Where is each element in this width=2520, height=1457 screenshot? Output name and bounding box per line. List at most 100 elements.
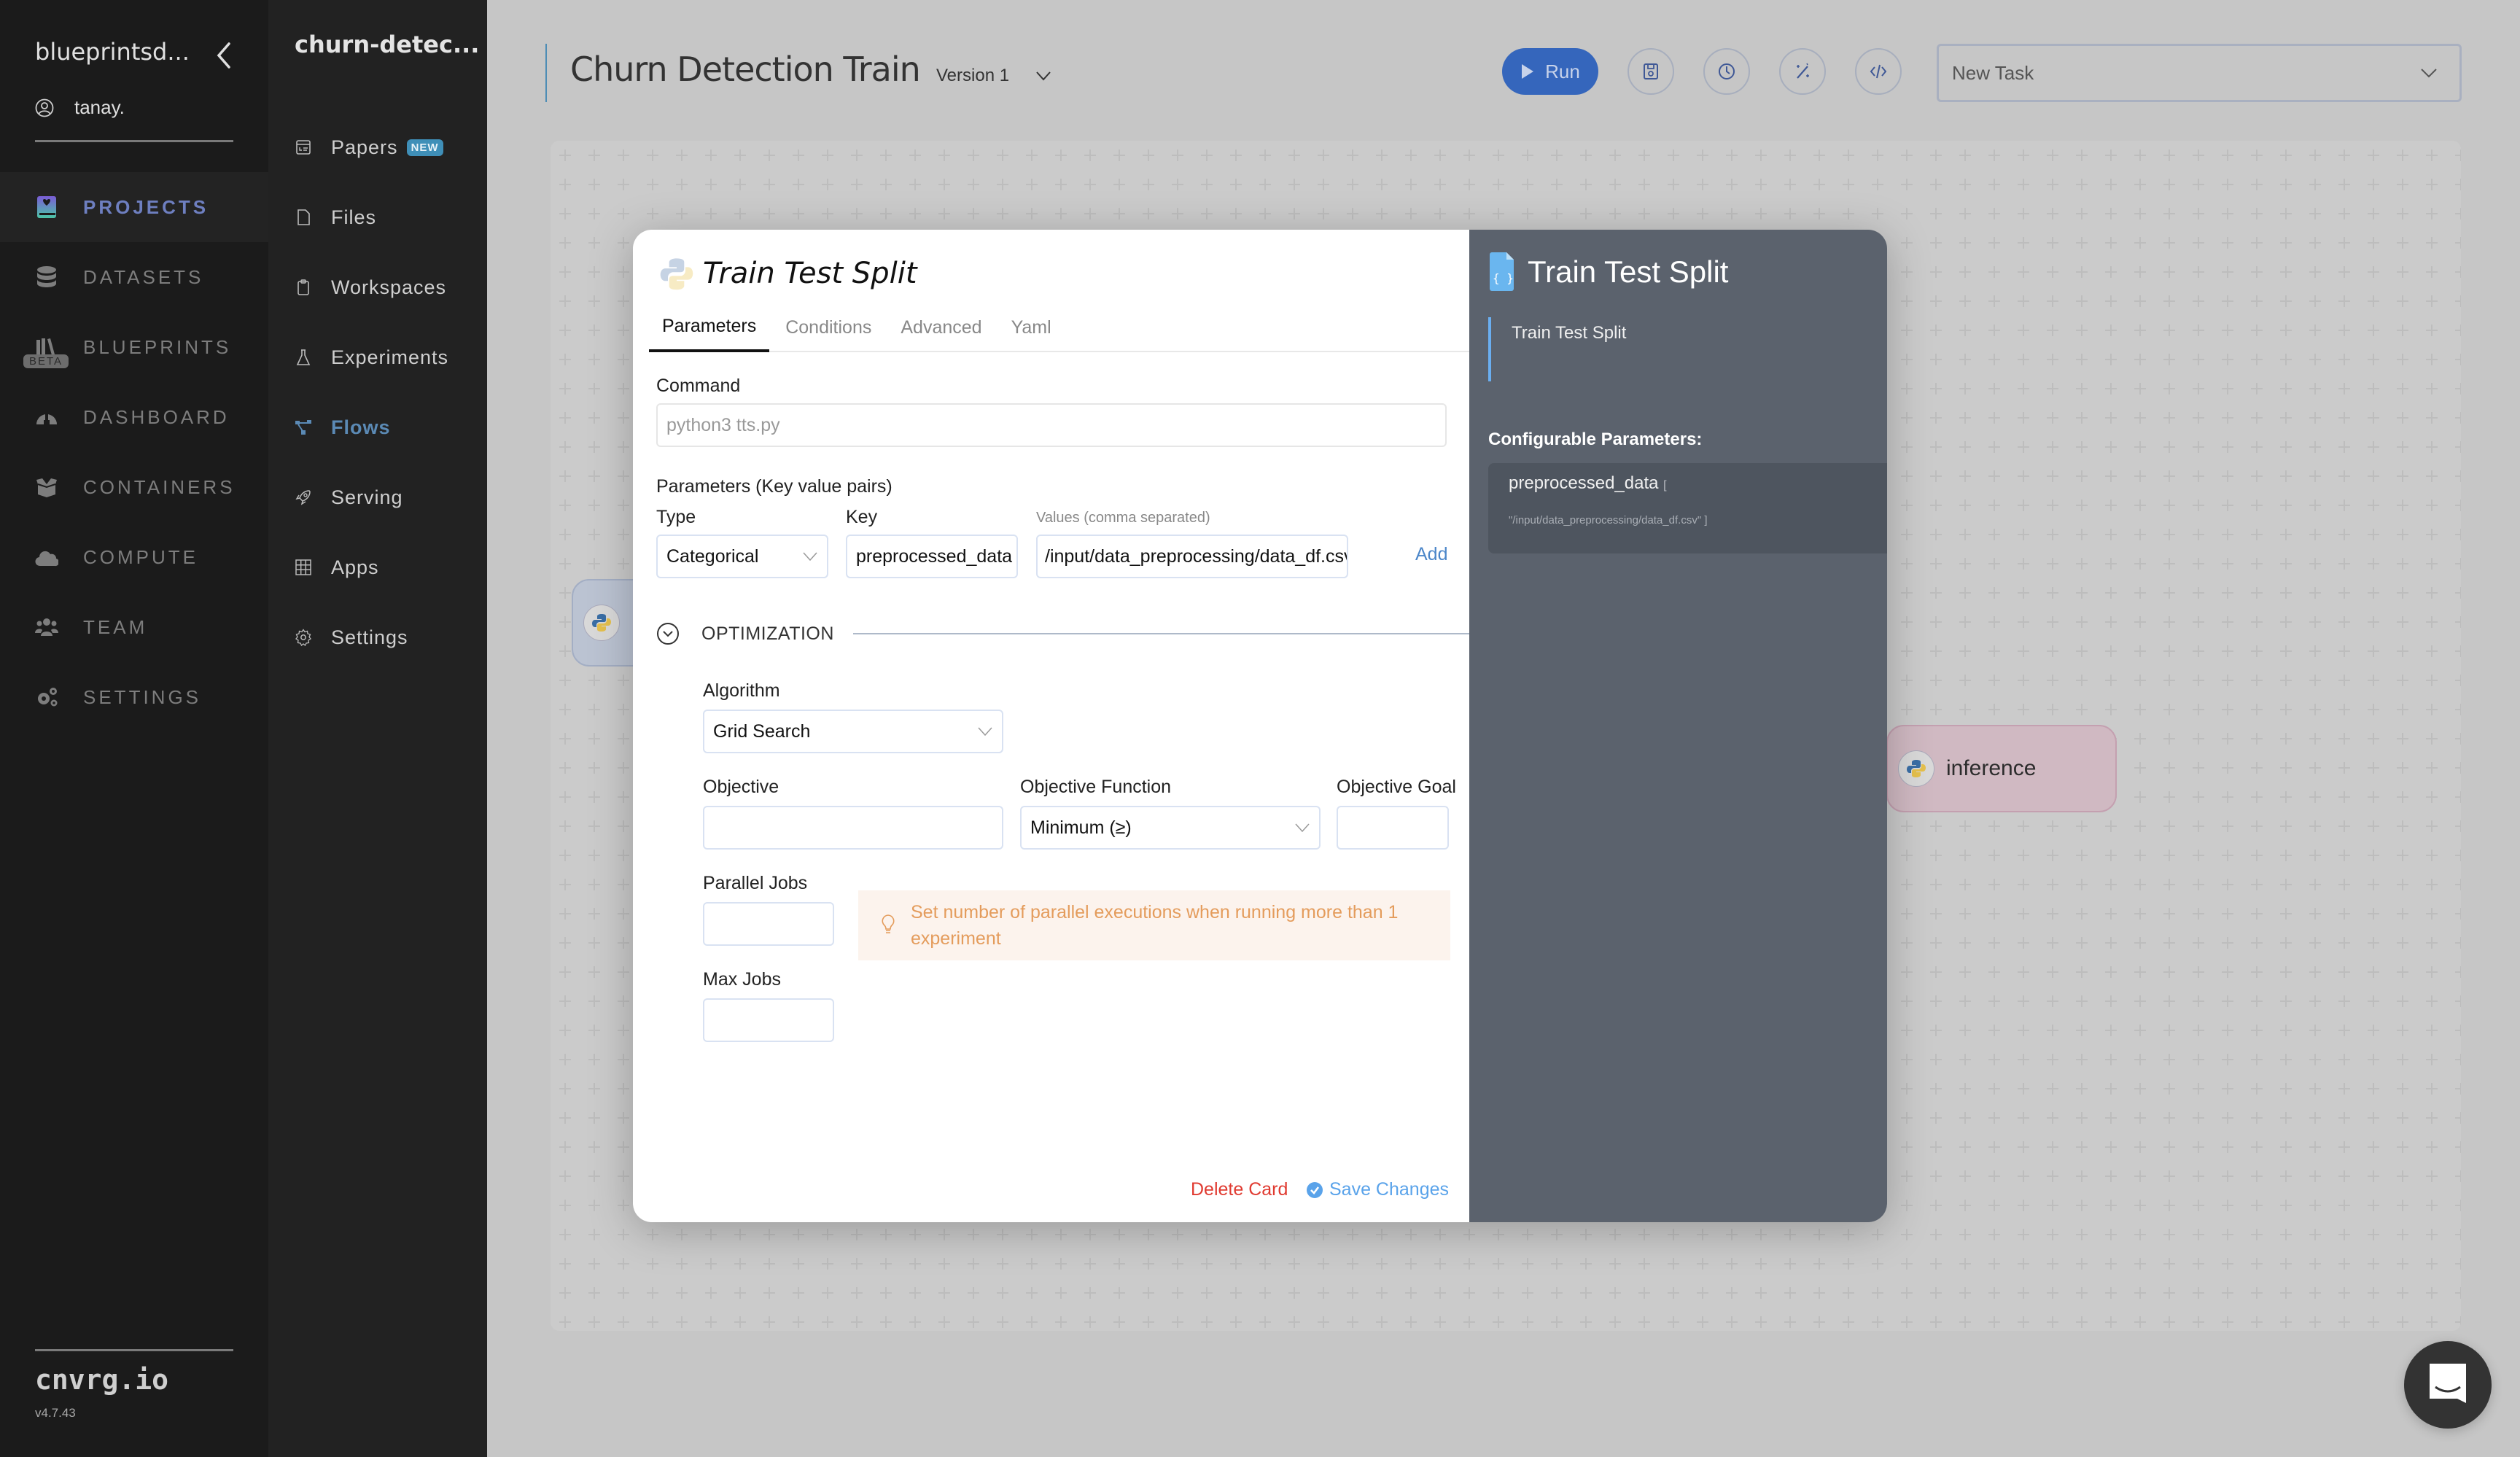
modal-title: Train Test Split: [659, 255, 917, 292]
clipboard-icon: [298, 279, 309, 295]
objective-goal-label: Objective Goal: [1337, 777, 1456, 797]
project-name[interactable]: churn-detec...: [295, 31, 479, 58]
dashboard-icon: [36, 411, 57, 424]
command-input[interactable]: python3 tts.py: [656, 403, 1447, 447]
project-nav-papers[interactable]: Papers NEW: [295, 112, 448, 182]
datasets-icon: [37, 266, 56, 287]
history-icon: [1719, 63, 1735, 79]
team-icon: [35, 618, 58, 636]
nav-label: Apps: [331, 556, 379, 578]
save-label: Save Changes: [1329, 1179, 1450, 1200]
title-accent: [545, 44, 547, 102]
nav-dashboard[interactable]: DASHBOARD: [0, 382, 268, 452]
python-icon: [1898, 750, 1934, 787]
project-nav-workspaces[interactable]: Workspaces: [295, 252, 448, 322]
nav-blueprints[interactable]: BETA BLUEPRINTS: [0, 312, 268, 382]
nav-datasets[interactable]: DATASETS: [0, 242, 268, 312]
nav-label: Papers: [331, 136, 398, 158]
nav-settings[interactable]: SETTINGS: [0, 662, 268, 732]
objective-input[interactable]: [703, 806, 1003, 850]
tab-parameters[interactable]: Parameters: [649, 303, 770, 352]
code-view-button[interactable]: [1855, 48, 1902, 95]
optimization-section-toggle[interactable]: OPTIMIZATION: [656, 622, 1469, 645]
objective-function-value: Minimum (≥): [1030, 817, 1132, 838]
nav-label: DATASETS: [83, 265, 204, 288]
magic-button[interactable]: [1779, 48, 1826, 95]
python-icon: [583, 605, 620, 641]
modal-title-text: Train Test Split: [703, 257, 917, 290]
type-select[interactable]: Categorical: [656, 535, 828, 578]
containers-icon: [36, 478, 57, 497]
flow-title[interactable]: Churn Detection Train: [570, 50, 921, 89]
nav-team[interactable]: TEAM: [0, 592, 268, 662]
project-nav-experiments[interactable]: Experiments: [295, 322, 448, 392]
project-nav-apps[interactable]: Apps: [295, 532, 448, 602]
nav-label: SETTINGS: [83, 685, 202, 708]
chat-support-button[interactable]: [2404, 1341, 2492, 1429]
parallel-jobs-input[interactable]: [703, 902, 834, 946]
save-flow-button[interactable]: [1628, 48, 1674, 95]
divider: [35, 1349, 233, 1351]
save-changes-button[interactable]: Save Changes: [1306, 1179, 1449, 1200]
type-value: Categorical: [666, 545, 759, 567]
task-form: Train Test Split Parameters Conditions A…: [633, 230, 1469, 1222]
run-button[interactable]: Run: [1502, 48, 1598, 95]
grid-icon: [295, 559, 311, 575]
chevron-down-icon: [978, 727, 992, 736]
nav-projects[interactable]: PROJECTS: [0, 172, 268, 242]
max-jobs-input[interactable]: [703, 998, 834, 1042]
nav-containers[interactable]: CONTAINERS: [0, 452, 268, 522]
values-input[interactable]: /input/data_preprocessing/data_df.csv: [1036, 535, 1348, 578]
version-select[interactable]: Version 1: [936, 66, 1051, 86]
configurable-parameters-heading: Configurable Parameters:: [1488, 430, 1703, 449]
divider: [35, 140, 233, 142]
objective-function-select[interactable]: Minimum (≥): [1020, 806, 1321, 850]
modal-tabs: Parameters Conditions Advanced Yaml: [649, 303, 1469, 352]
nav-label: DASHBOARD: [83, 405, 230, 428]
papers-icon: [296, 140, 311, 155]
tab-advanced[interactable]: Advanced: [887, 303, 995, 352]
org-name[interactable]: blueprintsd...: [35, 38, 190, 66]
project-nav-settings[interactable]: Settings: [295, 602, 448, 672]
optimization-label: OPTIMIZATION: [701, 623, 834, 644]
nav-label: TEAM: [83, 615, 148, 638]
nav-label: Flows: [331, 416, 391, 438]
flow-node-inference[interactable]: inference: [1886, 725, 2117, 812]
app-version: v4.7.43: [35, 1406, 76, 1420]
flows-icon: [295, 420, 311, 435]
nav-label: CONTAINERS: [83, 475, 236, 498]
user-menu[interactable]: tanay.: [35, 96, 125, 119]
chevron-down-icon: [2421, 69, 2437, 78]
project-sidebar: churn-detec... Papers NEW Files Workspac…: [268, 0, 487, 1457]
history-button[interactable]: [1703, 48, 1750, 95]
project-nav-flows[interactable]: Flows: [295, 392, 448, 462]
info-title: { } Train Test Split: [1488, 252, 1728, 292]
nav-compute[interactable]: COMPUTE: [0, 522, 268, 592]
project-nav-serving[interactable]: Serving: [295, 462, 448, 532]
chevron-circle-down-icon: [657, 623, 679, 645]
user-icon: [35, 98, 54, 117]
values-label: Values (comma separated): [1036, 510, 1210, 526]
nav-label: Workspaces: [331, 276, 447, 298]
chevron-down-icon: [1036, 71, 1051, 81]
project-nav-files[interactable]: Files: [295, 182, 448, 252]
new-task-select[interactable]: New Task: [1937, 44, 2462, 102]
param-value: "/input/data_preprocessing/data_df.csv" …: [1509, 514, 1708, 527]
brand-logo[interactable]: cnvrg.io: [35, 1364, 168, 1396]
user-name: tanay.: [74, 96, 125, 118]
algorithm-select[interactable]: Grid Search: [703, 710, 1003, 753]
delete-card-button[interactable]: Delete Card: [1191, 1179, 1288, 1200]
primary-sidebar: blueprintsd... tanay. PROJECTS DATASETS …: [0, 0, 268, 1457]
divider: [852, 633, 1469, 634]
key-input[interactable]: preprocessed_data: [846, 535, 1018, 578]
add-parameter-button[interactable]: Add: [1415, 544, 1447, 565]
collapse-sidebar-icon[interactable]: [213, 41, 235, 70]
check-circle-icon: [1307, 1181, 1323, 1198]
gear-icon: [295, 629, 311, 646]
objective-goal-input[interactable]: [1337, 806, 1449, 850]
tab-conditions[interactable]: Conditions: [772, 303, 884, 352]
tab-yaml[interactable]: Yaml: [998, 303, 1065, 352]
json-file-icon: { }: [1490, 252, 1514, 291]
nav-label: PROJECTS: [83, 195, 209, 218]
info-title-text: Train Test Split: [1528, 255, 1729, 289]
